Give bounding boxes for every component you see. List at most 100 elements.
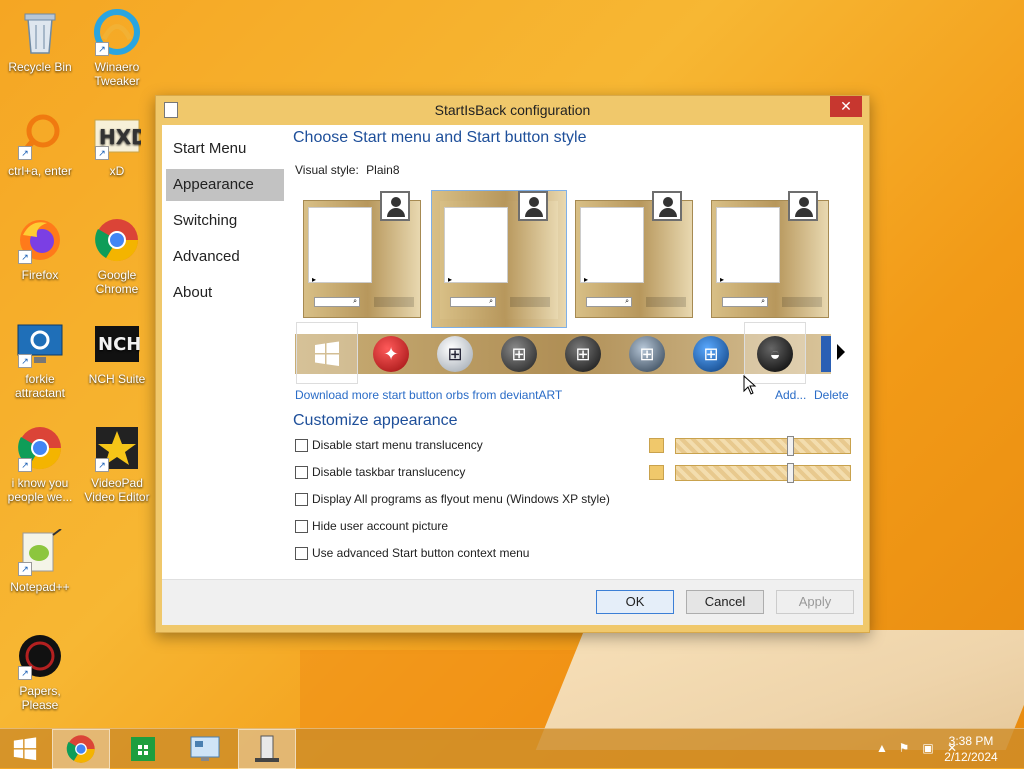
checkbox[interactable] bbox=[295, 547, 308, 561]
shortcut-arrow-icon: ↗ bbox=[18, 354, 32, 368]
option-flyout-all-programs[interactable]: Display All programs as flyout menu (Win… bbox=[295, 491, 610, 507]
user-picture-icon bbox=[788, 191, 818, 221]
desktop-icon-google-chrome[interactable]: Google Chrome bbox=[80, 216, 154, 296]
style-previews: ▸ ⌕ ▸ ⌕ ▸ ⌕ ▸ ⌕ bbox=[303, 190, 833, 328]
nav-item-appearance[interactable]: Appearance bbox=[166, 169, 284, 201]
taskbar-opacity-slider[interactable] bbox=[675, 463, 851, 483]
section-title-start-style: Choose Start menu and Start button style bbox=[293, 129, 587, 146]
orb-windows-black-icon[interactable]: ⊞ bbox=[565, 336, 601, 372]
preview-arrow-icon: ▸ bbox=[584, 275, 589, 284]
nav-item-about[interactable]: About bbox=[166, 277, 284, 309]
clock[interactable]: 3:38 PM 2/12/2024 bbox=[936, 733, 1006, 765]
desktop-icon-papers-please[interactable]: ↗ Papers, Please bbox=[3, 632, 77, 712]
nav-item-switching[interactable]: Switching bbox=[166, 205, 284, 237]
preview-search-icon: ⌕ bbox=[586, 297, 632, 307]
hxd-icon: HXD ↗ bbox=[93, 112, 141, 160]
desktop-icon-videopad[interactable]: ↗ VideoPad Video Editor bbox=[80, 424, 154, 504]
nav-item-advanced[interactable]: Advanced bbox=[166, 241, 284, 273]
desktop-icon-notepad-plus-plus[interactable]: ↗ Notepad++ bbox=[3, 528, 77, 594]
chrome-icon bbox=[93, 216, 141, 264]
close-button[interactable]: ✕ bbox=[830, 96, 862, 117]
start-button[interactable] bbox=[0, 729, 50, 769]
style-preview-2-selected[interactable]: ▸ ⌕ bbox=[431, 190, 567, 328]
option-advanced-context-menu[interactable]: Use advanced Start button context menu bbox=[295, 545, 529, 561]
orb-windows-xp-icon[interactable]: ⊞ bbox=[437, 336, 473, 372]
desktop-icon-i-know-you[interactable]: ↗ i know you people we... bbox=[3, 424, 77, 504]
desktop-icon-label: NCH Suite bbox=[88, 372, 146, 386]
taskbar-color-swatch[interactable] bbox=[649, 465, 664, 480]
papers-please-icon: ↗ bbox=[16, 632, 64, 680]
option-disable-start-translucency[interactable]: Disable start menu translucency bbox=[295, 437, 483, 453]
slider-thumb[interactable] bbox=[787, 436, 794, 456]
desktop-icon-label: Notepad++ bbox=[10, 580, 70, 594]
desktop-icon-ctrl-a-enter[interactable]: ↗ ctrl+a, enter bbox=[3, 112, 77, 178]
cancel-button[interactable]: Cancel bbox=[686, 590, 764, 614]
svg-text:NCH: NCH bbox=[98, 334, 140, 355]
taskbar-store[interactable] bbox=[114, 729, 172, 769]
dialog-titlebar[interactable]: StartIsBack configuration ✕ bbox=[156, 96, 869, 124]
startisback-icon bbox=[255, 735, 279, 762]
orb-black-sphere-icon[interactable]: ◒ bbox=[757, 336, 793, 372]
style-preview-4[interactable]: ▸ ⌕ bbox=[711, 191, 829, 318]
checkbox[interactable] bbox=[295, 493, 308, 507]
monitor-gear-icon: ↗ bbox=[16, 320, 64, 368]
checkbox[interactable] bbox=[295, 466, 308, 480]
start-menu-color-swatch[interactable] bbox=[649, 438, 664, 453]
desktop-icon-label: i know you people we... bbox=[7, 476, 73, 504]
orb-windows-glass-icon[interactable]: ⊞ bbox=[629, 336, 665, 372]
nch-icon: NCH bbox=[93, 320, 141, 368]
desktop-icon-label: ctrl+a, enter bbox=[8, 164, 72, 178]
visual-style-row: Visual style: Plain8 bbox=[295, 163, 400, 177]
desktop-icon-winaero-tweaker[interactable]: ↗ Winaero Tweaker bbox=[80, 8, 154, 88]
orb-christmas-ornament-icon[interactable]: ✦ bbox=[373, 336, 409, 372]
option-label: Use advanced Start button context menu bbox=[312, 546, 530, 560]
desktop-icon-label: VideoPad Video Editor bbox=[84, 476, 150, 504]
checkbox[interactable] bbox=[295, 520, 308, 534]
option-disable-taskbar-translucency[interactable]: Disable taskbar translucency bbox=[295, 464, 465, 480]
preview-menu-pane bbox=[444, 207, 508, 283]
action-center-flag-icon[interactable]: ⚑ bbox=[896, 741, 912, 757]
option-label: Disable taskbar translucency bbox=[312, 465, 466, 479]
nav-item-start-menu[interactable]: Start Menu bbox=[166, 133, 284, 165]
network-icon[interactable]: ▣ bbox=[920, 741, 936, 757]
recycle-bin-icon bbox=[16, 8, 64, 56]
option-hide-user-picture[interactable]: Hide user account picture bbox=[295, 518, 448, 534]
orb-windows8-icon[interactable] bbox=[309, 336, 345, 372]
system-tray: ▲ ⚑ ▣ ✕ 3:38 PM 2/12/2024 bbox=[824, 729, 1024, 769]
orb-windows-dark-icon[interactable]: ⊞ bbox=[501, 336, 537, 372]
desktop-icon-nch-suite[interactable]: NCH NCH Suite bbox=[80, 320, 154, 386]
style-preview-3[interactable]: ▸ ⌕ bbox=[575, 191, 693, 318]
start-orb-strip: ✦ ⊞ ⊞ ⊞ ⊞ ⊞ ◒ bbox=[295, 322, 845, 384]
desktop-icon-forkie-attractant[interactable]: ↗ forkie attractant bbox=[3, 320, 77, 400]
preview-menu-pane bbox=[716, 207, 780, 283]
delete-orb-link[interactable]: Delete bbox=[814, 388, 849, 402]
taskbar-startisback[interactable] bbox=[238, 729, 296, 769]
taskbar-control-panel[interactable] bbox=[176, 729, 234, 769]
apply-button[interactable]: Apply bbox=[776, 590, 854, 614]
show-hidden-icons-icon[interactable]: ▲ bbox=[874, 741, 890, 757]
desktop-icon-firefox[interactable]: ↗ Firefox bbox=[3, 216, 77, 282]
shortcut-arrow-icon: ↗ bbox=[18, 250, 32, 264]
orb-windows7-icon[interactable]: ⊞ bbox=[693, 336, 729, 372]
download-orbs-link[interactable]: Download more start button orbs from dev… bbox=[295, 388, 562, 402]
add-orb-link[interactable]: Add... bbox=[775, 388, 806, 402]
user-picture-icon bbox=[380, 191, 410, 221]
orbs-next-arrow-icon[interactable] bbox=[837, 344, 845, 360]
desktop-icon-label: Recycle Bin bbox=[8, 60, 72, 74]
style-preview-1[interactable]: ▸ ⌕ bbox=[303, 191, 421, 318]
desktop-icon-label: Winaero Tweaker bbox=[94, 60, 140, 88]
taskbar-chrome[interactable] bbox=[52, 729, 110, 769]
start-menu-opacity-slider[interactable] bbox=[675, 436, 851, 456]
notepad-plus-plus-icon: ↗ bbox=[16, 528, 64, 576]
store-icon bbox=[131, 737, 155, 761]
control-panel-icon bbox=[190, 736, 220, 761]
ok-button[interactable]: OK bbox=[596, 590, 674, 614]
winaero-icon: ↗ bbox=[93, 8, 141, 56]
desktop-icon-recycle-bin[interactable]: Recycle Bin bbox=[3, 8, 77, 74]
desktop-icon-label: Google Chrome bbox=[95, 268, 139, 296]
orb-partial-icon[interactable] bbox=[821, 336, 831, 372]
slider-thumb[interactable] bbox=[787, 463, 794, 483]
desktop-icon-xd[interactable]: HXD ↗ xD bbox=[80, 112, 154, 178]
checkbox[interactable] bbox=[295, 439, 308, 453]
shortcut-arrow-icon: ↗ bbox=[18, 562, 32, 576]
